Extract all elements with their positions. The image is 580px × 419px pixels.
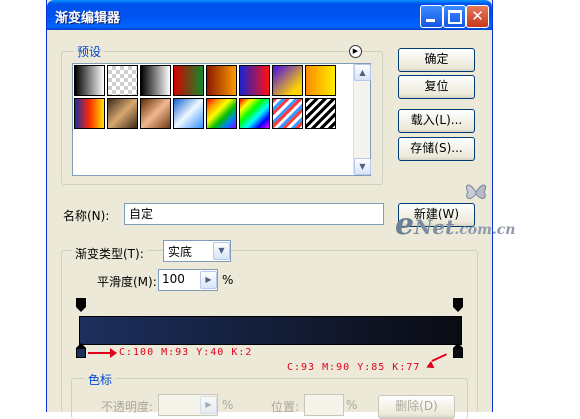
opacity-label: 不透明度: xyxy=(101,400,154,414)
preset-swatch[interactable] xyxy=(239,65,270,96)
preset-swatch[interactable] xyxy=(239,98,270,129)
arrow-right-icon: ▶ xyxy=(200,396,217,414)
gradient-type-label: 渐变类型(T): xyxy=(72,245,147,262)
annotation-arrow-left xyxy=(88,352,112,354)
scroll-up-icon[interactable]: ▲ xyxy=(354,64,371,81)
preset-swatch[interactable] xyxy=(74,98,105,129)
preset-swatch[interactable] xyxy=(272,65,303,96)
close-icon: ✕ xyxy=(471,7,484,25)
annotation-left-cmyk: C:100 M:93 Y:40 K:2 xyxy=(119,347,253,358)
preset-swatch[interactable] xyxy=(173,65,204,96)
location-label: 位置: xyxy=(271,400,300,414)
stops-legend: 色标 xyxy=(85,371,116,388)
arrow-right-icon xyxy=(110,348,117,358)
delete-button[interactable]: 删除(D) xyxy=(378,395,455,419)
arrow-right-icon[interactable]: ▶ xyxy=(200,271,217,289)
scroll-down-icon[interactable]: ▼ xyxy=(354,158,371,175)
window-title: 渐变编辑器 xyxy=(55,11,121,26)
reset-button[interactable]: 复位 xyxy=(398,75,475,99)
gradient-type-value: 实底 xyxy=(168,245,193,259)
opacity-stop-right[interactable] xyxy=(453,298,463,312)
minimize-icon xyxy=(426,19,435,22)
opacity-percent: % xyxy=(222,398,234,412)
opacity-field[interactable]: ▶ xyxy=(158,394,218,416)
presets-legend: 预设 xyxy=(74,43,105,60)
preset-swatch[interactable] xyxy=(272,98,303,129)
name-field[interactable]: 自定 xyxy=(124,203,384,225)
ok-button[interactable]: 确定 xyxy=(398,48,475,72)
presets-list: ▲ ▼ xyxy=(72,63,371,176)
location-percent: % xyxy=(346,398,358,412)
close-button[interactable]: ✕ xyxy=(466,5,489,28)
preset-swatch[interactable] xyxy=(206,65,237,96)
preset-swatch[interactable] xyxy=(107,65,138,96)
butterfly-icon xyxy=(462,178,490,206)
name-field-value: 自定 xyxy=(129,207,154,221)
chevron-down-icon[interactable]: ▼ xyxy=(213,242,230,260)
preset-swatch[interactable] xyxy=(140,65,171,96)
location-field[interactable] xyxy=(304,394,344,416)
load-button[interactable]: 载入(L)... xyxy=(398,109,475,133)
smoothness-field[interactable]: 100 ▶ xyxy=(158,269,218,291)
circle-arrow-icon[interactable]: ▶ xyxy=(349,45,362,58)
preset-swatch[interactable] xyxy=(206,98,237,129)
preset-swatch[interactable] xyxy=(107,98,138,129)
preset-swatch[interactable] xyxy=(173,98,204,129)
gradient-bar[interactable] xyxy=(79,316,462,345)
maximize-button[interactable] xyxy=(443,5,466,28)
smoothness-percent: % xyxy=(222,273,234,287)
preset-swatch[interactable] xyxy=(305,65,336,96)
preset-swatch[interactable] xyxy=(305,98,336,129)
maximize-icon xyxy=(448,10,462,24)
smoothness-label: 平滑度(M): xyxy=(97,275,157,289)
name-label: 名称(N): xyxy=(63,209,110,223)
color-stop-right[interactable] xyxy=(452,343,464,360)
title-bar[interactable]: 渐变编辑器 ✕ xyxy=(47,0,492,30)
presets-swatches xyxy=(74,65,336,131)
gradient-type-select[interactable]: 实底 ▼ xyxy=(163,240,231,262)
presets-scrollbar[interactable]: ▲ ▼ xyxy=(353,64,371,175)
save-button[interactable]: 存储(S)... xyxy=(398,137,475,161)
color-stop-left[interactable] xyxy=(75,343,87,360)
minimize-button[interactable] xyxy=(420,5,443,28)
opacity-stop-left[interactable] xyxy=(76,298,86,312)
preset-swatch[interactable] xyxy=(74,65,105,96)
smoothness-value: 100 xyxy=(162,272,185,286)
preset-swatch[interactable] xyxy=(140,98,171,129)
annotation-right-cmyk: C:93 M:90 Y:85 K:77 xyxy=(287,362,421,373)
enet-watermark: eNet.com.cn xyxy=(395,207,516,242)
